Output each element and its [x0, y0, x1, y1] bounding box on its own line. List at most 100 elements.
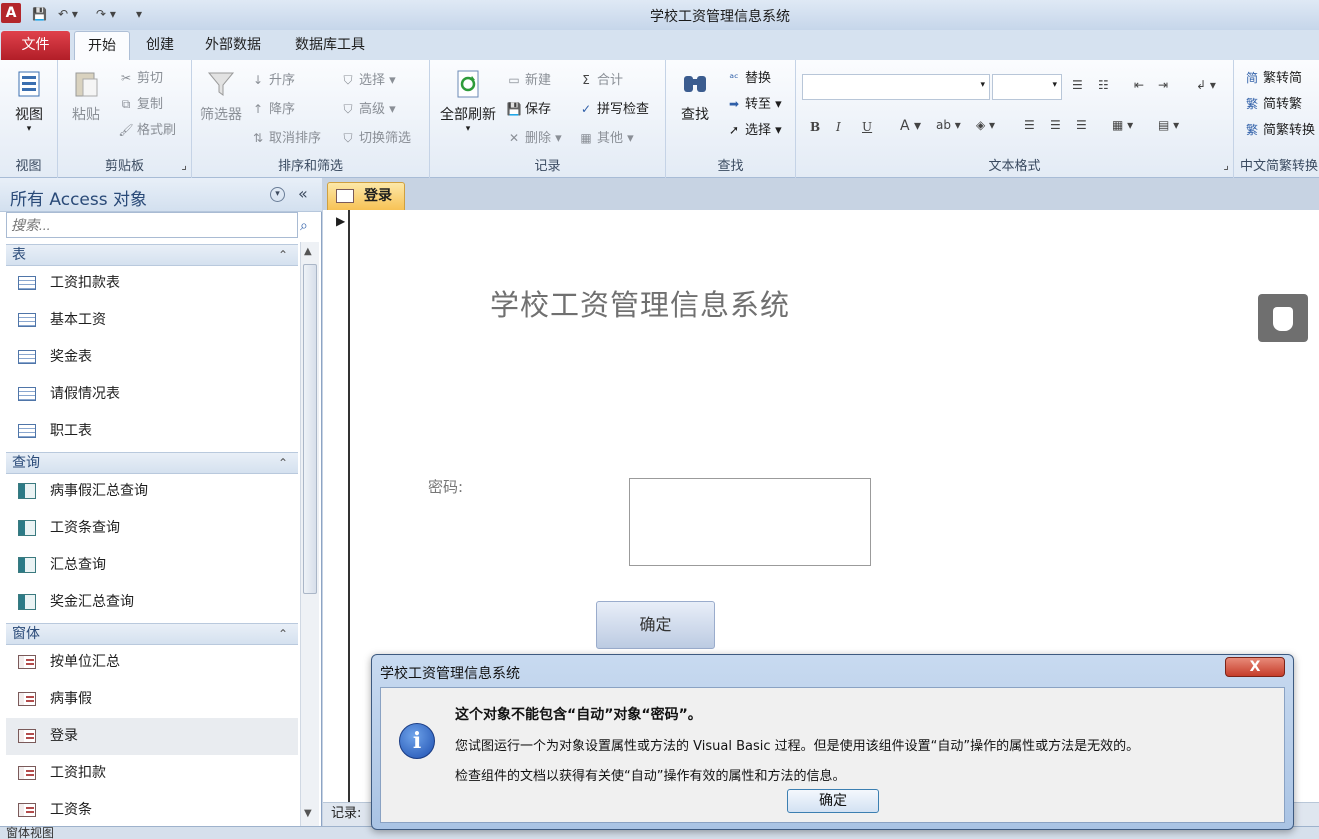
- search-icon[interactable]: ⌕: [300, 218, 308, 234]
- dialog-launcher-icon[interactable]: ⌟: [1223, 158, 1229, 172]
- scroll-thumb[interactable]: [303, 264, 317, 594]
- nav-item-query[interactable]: 病事假汇总查询: [6, 473, 298, 510]
- dialog-close-button[interactable]: X: [1225, 657, 1285, 677]
- nav-item-query[interactable]: 奖金汇总查询: [6, 584, 298, 621]
- tab-home[interactable]: 开始: [74, 31, 130, 60]
- query-icon: [18, 483, 36, 499]
- highlight-icon[interactable]: ab ▾: [936, 118, 961, 132]
- nav-item-form-selected[interactable]: 登录: [6, 718, 298, 755]
- scroll-down-icon[interactable]: ▼: [304, 808, 312, 819]
- dialog-heading: 这个对象不能包含“自动”对象“密码”。: [455, 707, 702, 723]
- dialog-ok-button[interactable]: 确定: [787, 789, 879, 813]
- increase-indent-icon[interactable]: ⇥: [1158, 78, 1168, 92]
- toggle-filter-button[interactable]: ⛉ 切换筛选: [340, 127, 411, 146]
- selection-filter-button[interactable]: ⛉ 选择 ▾: [340, 69, 395, 88]
- copy-button[interactable]: ⧉ 复制: [118, 93, 163, 112]
- refresh-all-button[interactable]: 全部刷新 ▾: [436, 68, 500, 134]
- filter-button[interactable]: 筛选器: [196, 68, 246, 124]
- tab-create[interactable]: 创建: [136, 31, 184, 60]
- align-right-icon[interactable]: ☰: [1076, 118, 1087, 132]
- nav-item-table[interactable]: 奖金表: [6, 339, 298, 376]
- tab-external-data[interactable]: 外部数据: [194, 31, 272, 60]
- side-float-icon[interactable]: [1258, 294, 1308, 342]
- sort-desc-button[interactable]: ↑ 降序: [250, 98, 295, 117]
- nav-item-form[interactable]: 按单位汇总: [6, 644, 298, 681]
- paragraph-direction-icon[interactable]: ↲ ▾: [1196, 78, 1216, 92]
- underline-button[interactable]: U: [862, 120, 872, 134]
- traditional-to-simplified-button[interactable]: 简繁转简: [1244, 67, 1302, 86]
- new-record-button[interactable]: ▭ 新建: [506, 69, 551, 88]
- query-icon: [18, 594, 36, 610]
- goto-button[interactable]: ➡ 转至 ▾: [726, 93, 782, 112]
- cut-button[interactable]: ✂ 剪切: [118, 67, 163, 86]
- nav-menu-chevron-icon[interactable]: ▾: [270, 187, 285, 202]
- nav-header[interactable]: 所有 Access 对象 ▾ «: [0, 178, 322, 212]
- format-painter-button[interactable]: 🖌 格式刷: [118, 119, 176, 138]
- spelling-button[interactable]: ✓ 拼写检查: [578, 98, 649, 117]
- font-size-select[interactable]: ▾: [992, 74, 1062, 100]
- bullets-icon[interactable]: ☰: [1072, 78, 1083, 92]
- nav-item-query[interactable]: 汇总查询: [6, 547, 298, 584]
- record-selector[interactable]: ▶: [330, 210, 350, 802]
- chinese-convert-button[interactable]: 繁简繁转换: [1244, 119, 1315, 138]
- group-clipboard: 粘贴 ✂ 剪切 ⧉ 复制 🖌 格式刷 剪贴板 ⌟: [58, 60, 192, 178]
- more-button[interactable]: ▦ 其他 ▾: [578, 127, 633, 146]
- spelling-label: 拼写检查: [597, 102, 650, 117]
- tab-login-form[interactable]: 登录: [327, 182, 405, 210]
- nav-item-table[interactable]: 职工表: [6, 413, 298, 450]
- font-name-select[interactable]: ▾: [802, 74, 990, 100]
- nav-item-label: 基本工资: [50, 312, 106, 328]
- paste-label: 粘贴: [72, 107, 100, 123]
- nav-item-table[interactable]: 工资扣款表: [6, 265, 298, 302]
- align-center-icon[interactable]: ☰: [1050, 118, 1061, 132]
- paste-icon: [75, 72, 98, 97]
- clear-sort-button[interactable]: ⇅ 取消排序: [250, 127, 321, 146]
- save-record-icon: 💾: [506, 102, 522, 116]
- nav-scrollbar[interactable]: ▲ ▼: [300, 242, 319, 826]
- search-input[interactable]: [6, 212, 298, 238]
- select-button[interactable]: ➚ 选择 ▾: [726, 119, 782, 138]
- nav-item-form[interactable]: 工资扣款: [6, 755, 298, 792]
- dialog-launcher-icon[interactable]: ⌟: [181, 158, 187, 172]
- delete-record-button[interactable]: ✕ 删除 ▾: [506, 127, 562, 146]
- nav-item-label: 请假情况表: [50, 386, 120, 402]
- nav-item-form[interactable]: 工资条: [6, 792, 298, 826]
- collapse-pane-icon[interactable]: «: [298, 184, 308, 203]
- totals-button[interactable]: Σ 合计: [578, 69, 623, 88]
- numbering-icon[interactable]: ☷: [1098, 78, 1109, 92]
- fill-color-icon[interactable]: ◈ ▾: [976, 118, 995, 132]
- font-color-button[interactable]: A ▾: [900, 118, 921, 134]
- nav-item-form[interactable]: 病事假: [6, 681, 298, 718]
- paste-button[interactable]: 粘贴: [66, 68, 106, 124]
- group-label-records: 记录: [534, 159, 561, 174]
- decrease-indent-icon[interactable]: ⇤: [1134, 78, 1144, 92]
- find-button[interactable]: 查找: [672, 68, 718, 124]
- nav-item-label: 汇总查询: [50, 557, 106, 573]
- chevron-down-icon: ▾: [980, 80, 985, 90]
- nav-item-query[interactable]: 工资条查询: [6, 510, 298, 547]
- nav-section-tables[interactable]: 表 ⌃: [6, 244, 298, 266]
- replace-icon: ᵃᶜ: [729, 71, 739, 85]
- spelling-icon: ✓: [580, 102, 592, 116]
- navigation-pane: 所有 Access 对象 ▾ « ⌕ 表⌃ 工资扣款表 基本工资 奖金表 请假情…: [0, 178, 322, 826]
- tab-file[interactable]: 文件: [1, 31, 70, 60]
- nav-section-forms[interactable]: 窗体 ⌃: [6, 623, 298, 645]
- bold-button[interactable]: B: [810, 120, 820, 134]
- simplified-to-traditional-button[interactable]: 繁简转繁: [1244, 93, 1302, 112]
- nav-section-queries[interactable]: 查询 ⌃: [6, 452, 298, 474]
- login-ok-button[interactable]: 确定: [596, 601, 715, 649]
- alternate-row-color-icon[interactable]: ▤ ▾: [1158, 118, 1179, 132]
- gridlines-icon[interactable]: ▦ ▾: [1112, 118, 1133, 132]
- scroll-up-icon[interactable]: ▲: [304, 246, 312, 257]
- nav-item-table[interactable]: 请假情况表: [6, 376, 298, 413]
- password-input[interactable]: [629, 478, 871, 566]
- view-button[interactable]: 视图 ▾: [6, 68, 52, 134]
- tab-database-tools[interactable]: 数据库工具: [282, 31, 378, 60]
- replace-button[interactable]: ᵃᶜ 替换: [726, 67, 771, 86]
- sort-asc-button[interactable]: ↓ 升序: [250, 69, 295, 88]
- advanced-filter-button[interactable]: ⛉ 高级 ▾: [340, 98, 395, 117]
- save-record-button[interactable]: 💾 保存: [506, 98, 552, 117]
- nav-item-table[interactable]: 基本工资: [6, 302, 298, 339]
- align-left-icon[interactable]: ☰: [1024, 118, 1035, 132]
- italic-button[interactable]: I: [836, 120, 841, 134]
